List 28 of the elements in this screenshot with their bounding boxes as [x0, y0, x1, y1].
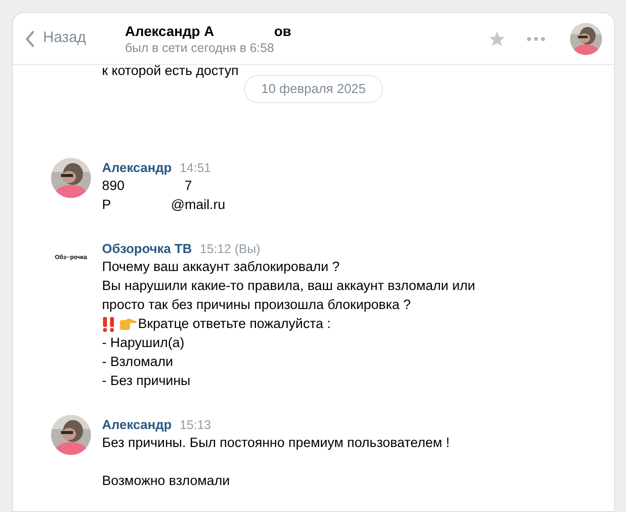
message-text: - Взломали: [102, 352, 174, 371]
message-text: Возможно взломали: [102, 472, 230, 490]
online-status: был в сети сегодня в 6:58: [125, 40, 276, 56]
message-text: Без причины. Был постоянно премиум пользователем !: [102, 434, 450, 452]
contact-name: ов: [274, 22, 292, 40]
author-name[interactable]: Александр: [102, 414, 172, 434]
double-exclamation-icon: [102, 316, 116, 332]
message-text: Почему ваш аккаунт заблокировали ?: [102, 258, 340, 276]
more-icon[interactable]: [526, 36, 546, 42]
message-text: к которой есть доступ: [102, 63, 240, 79]
message-text: 890: [102, 176, 125, 195]
message-text: 7: [184, 176, 192, 195]
author-name[interactable]: Александр: [102, 158, 172, 177]
message-text: Р: [102, 196, 112, 214]
message-text: Вкратце ответьте пожалуйста :: [138, 314, 331, 333]
contact-name: Александр А: [125, 22, 214, 40]
message-text: - Нарушил(а): [102, 334, 184, 352]
message-time: 15:13: [180, 416, 211, 434]
message-time: 14:51: [180, 160, 211, 176]
message-text: Вы нарушили какие-то правила, ваш аккаунт взломали или: [102, 276, 476, 295]
message-text: - Без причины: [102, 372, 190, 390]
message-text: @mail.ru: [171, 196, 226, 214]
author-name[interactable]: Обзорочка ТВ: [102, 238, 192, 258]
message-text: просто так без причины произошла блокировка ?: [102, 296, 411, 314]
pointing-hand-icon: [119, 317, 137, 331]
chevron-left-icon: [25, 30, 35, 48]
star-icon[interactable]: [488, 30, 506, 48]
message-time: 15:12 (Вы): [200, 240, 260, 258]
